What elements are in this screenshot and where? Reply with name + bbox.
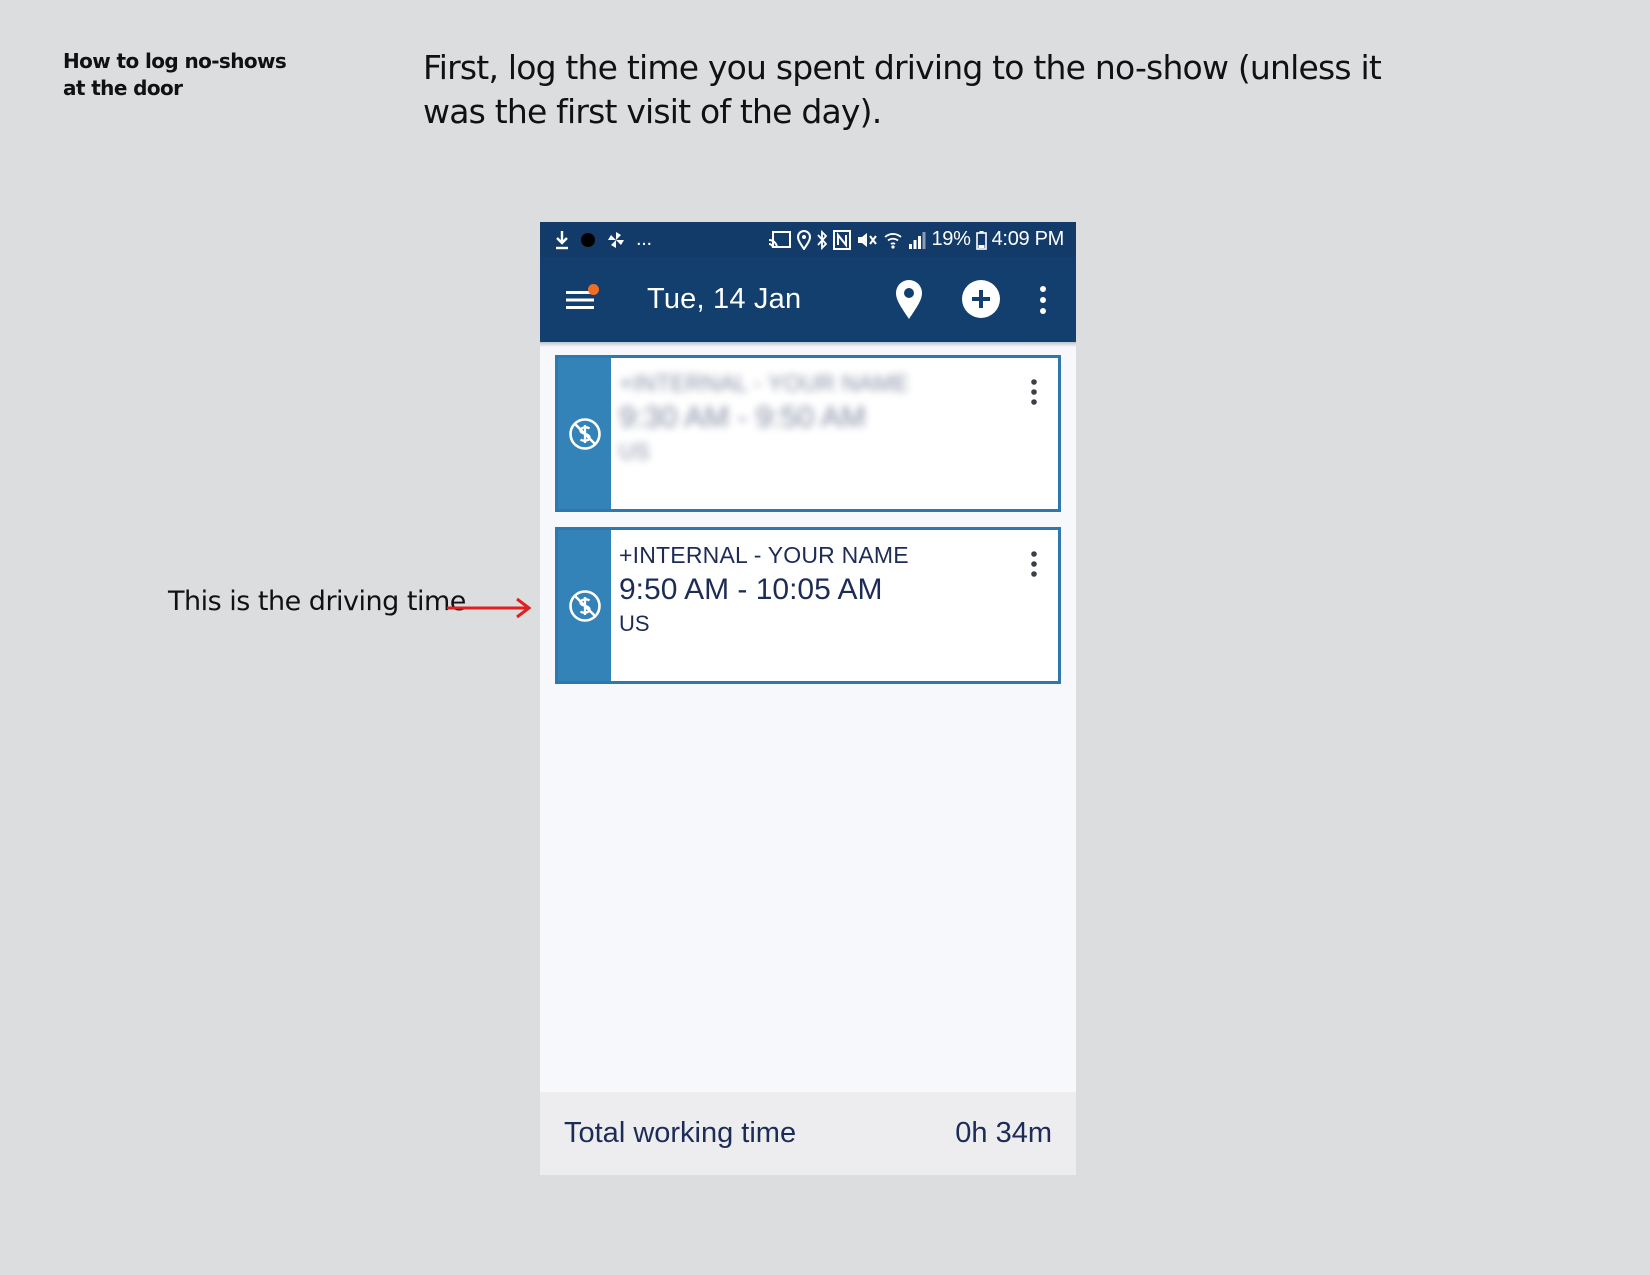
date-title[interactable]: Tue, 14 Jan bbox=[647, 283, 801, 316]
mute-icon bbox=[858, 232, 878, 247]
section-label-line-2: at the door bbox=[63, 76, 183, 100]
time-entry-card-driving[interactable]: +INTERNAL - YOUR NAME 9:50 AM - 10:05 AM… bbox=[555, 527, 1061, 684]
instruction-text: First, log the time you spent driving to… bbox=[423, 48, 1382, 131]
no-billing-icon bbox=[569, 590, 601, 622]
more-options-icon[interactable] bbox=[1036, 283, 1050, 317]
nfc-icon bbox=[833, 229, 852, 250]
record-dot-icon bbox=[581, 232, 595, 247]
callout-text: This is the driving time bbox=[168, 586, 466, 617]
entry-client: +INTERNAL - YOUR NAME bbox=[619, 542, 909, 568]
entry-client: +INTERNAL - YOUR NAME bbox=[619, 370, 909, 396]
callout-arrow-icon bbox=[447, 597, 532, 619]
phone-screen: ... 19% 4:09 PM Tue, 14 Jan +INTERNAL - … bbox=[540, 222, 1076, 1175]
section-label-line-1: How to log no-shows bbox=[63, 49, 287, 73]
battery-icon bbox=[975, 230, 987, 250]
entry-region: US bbox=[619, 611, 650, 636]
entry-region: US bbox=[619, 439, 650, 464]
card-more-options-icon[interactable] bbox=[1028, 548, 1040, 580]
add-entry-icon[interactable] bbox=[961, 279, 1001, 319]
bluetooth-icon bbox=[817, 229, 828, 250]
wifi-icon bbox=[884, 232, 903, 249]
card-accent-strip bbox=[558, 530, 611, 681]
notification-dot bbox=[588, 284, 599, 295]
pinwheel-icon bbox=[608, 231, 624, 248]
status-overflow: ... bbox=[636, 228, 652, 250]
no-billing-icon bbox=[569, 418, 601, 450]
card-content: +INTERNAL - YOUR NAME 9:30 AM - 9:50 AM … bbox=[619, 370, 909, 465]
location-icon bbox=[797, 229, 812, 250]
card-content: +INTERNAL - YOUR NAME 9:50 AM - 10:05 AM… bbox=[619, 542, 909, 637]
total-working-time-label: Total working time bbox=[564, 1117, 797, 1149]
app-bar: Tue, 14 Jan bbox=[540, 257, 1076, 342]
status-bar: ... 19% 4:09 PM bbox=[540, 222, 1076, 257]
cast-icon bbox=[769, 230, 792, 248]
card-more-options-icon[interactable] bbox=[1028, 376, 1040, 408]
time-entry-card[interactable]: +INTERNAL - YOUR NAME 9:30 AM - 9:50 AM … bbox=[555, 355, 1061, 512]
map-pin-icon[interactable] bbox=[892, 277, 926, 321]
app-bar-shadow bbox=[540, 342, 1076, 347]
entry-time-range: 9:50 AM - 10:05 AM bbox=[619, 573, 883, 606]
document-section-label: How to log no-shows at the door bbox=[63, 48, 287, 102]
battery-percent: 19% bbox=[931, 228, 971, 250]
total-working-time-bar: Total working time 0h 34m bbox=[540, 1092, 1076, 1175]
download-icon bbox=[556, 230, 568, 249]
card-accent-strip bbox=[558, 358, 611, 509]
status-time: 4:09 PM bbox=[991, 228, 1065, 250]
total-working-time-value: 0h 34m bbox=[955, 1117, 1052, 1149]
signal-icon bbox=[909, 231, 926, 249]
entry-time-range: 9:30 AM - 9:50 AM bbox=[619, 401, 866, 434]
